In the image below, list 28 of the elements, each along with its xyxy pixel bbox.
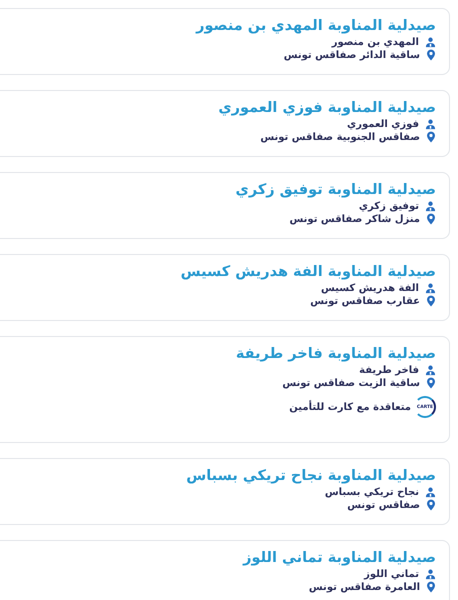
pharmacist-icon bbox=[425, 569, 436, 580]
pharmacist-name: الفة هدريش كسيس bbox=[321, 283, 419, 294]
pharmacy-address: عقارب صفاقس تونس bbox=[310, 296, 420, 306]
pharmacist-icon bbox=[425, 365, 436, 376]
pharmacy-card[interactable]: صيدلية المناوبة المهدي بن منصور المهدي بن منصور ساقية الدائر صفاقس تونس bbox=[0, 8, 450, 75]
pharmacy-card[interactable]: صيدلية المناوبة تماني اللوز تماني اللوز العامرة صفاقس تونس bbox=[0, 540, 450, 600]
pharmacy-card[interactable]: صيدلية المناوبة فوزي العموري فوزي العموري صفاقس الجنوبية صفاقس تونس bbox=[0, 90, 450, 157]
pharmacy-card[interactable]: صيدلية المناوبة الفة هدريش كسيس الفة هدريش كسيس عقارب صفاقس تونس bbox=[0, 254, 450, 321]
pharmacist-name: المهدي بن منصور bbox=[332, 37, 419, 48]
pharmacist-name: فوزي العموري bbox=[347, 119, 419, 130]
pharmacist-name: فاخر طريفة bbox=[359, 365, 419, 376]
pharmacist-icon bbox=[425, 487, 436, 498]
pharmacist-name: توفيق زكري bbox=[358, 201, 419, 212]
pharmacy-address: ساقية الزيت صفاقس تونس bbox=[282, 378, 420, 388]
pharmacy-card[interactable]: صيدلية المناوبة توفيق زكري توفيق زكري منزل شاكر صفاقس تونس bbox=[0, 172, 450, 239]
pharmacist-icon bbox=[425, 283, 436, 294]
pharmacy-address: العامرة صفاقس تونس bbox=[308, 582, 420, 592]
pharmacy-address: ساقية الدائر صفاقس تونس bbox=[284, 50, 420, 60]
pharmacy-card[interactable]: صيدلية المناوبة نجاح تريكي بسباس نجاح تريكي بسباس صفاقس تونس bbox=[0, 458, 450, 525]
pharmacist-name: تماني اللوز bbox=[364, 569, 419, 580]
pharmacy-address: صفاقس تونس bbox=[347, 500, 420, 510]
pharmacy-address: منزل شاكر صفاقس تونس bbox=[290, 214, 420, 224]
pharmacy-address: صفاقس الجنوبية صفاقس تونس bbox=[260, 132, 420, 142]
pharmacist-icon bbox=[425, 201, 436, 212]
pharmacist-icon bbox=[425, 119, 436, 130]
insurance-note: متعاقدة مع كارت للتأمين bbox=[289, 402, 411, 412]
pharmacist-icon bbox=[425, 37, 436, 48]
pharmacist-name: نجاح تريكي بسباس bbox=[324, 487, 419, 498]
